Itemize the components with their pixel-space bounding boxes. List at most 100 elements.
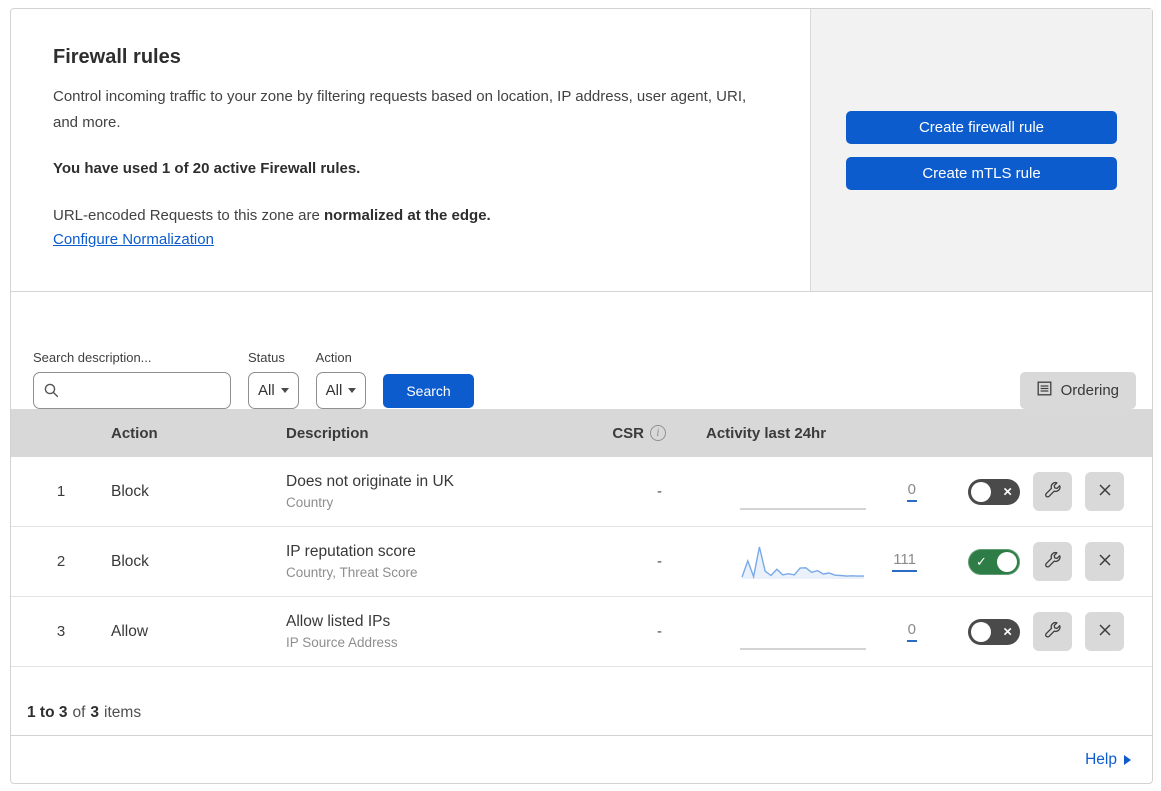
rule-description-cell: Allow listed IPs IP Source Address [286, 613, 616, 650]
filter-bar: Search description... Status All Action … [11, 292, 1152, 409]
intro-section: Firewall rules Control incoming traffic … [11, 9, 1152, 292]
table-row: 3 Allow Allow listed IPs IP Source Addre… [11, 597, 1152, 667]
status-dropdown[interactable]: All [248, 372, 299, 409]
rule-csr: - [657, 483, 662, 500]
description-column-header: Description [286, 424, 369, 442]
rule-priority: 1 [56, 483, 66, 500]
status-label: Status [248, 350, 285, 365]
table-row: 2 Block IP reputation score Country, Thr… [11, 527, 1152, 597]
normalization-note: URL-encoded Requests to this zone are no… [53, 207, 770, 224]
status-field-group: Status All [248, 350, 299, 409]
edit-rule-button[interactable] [1033, 472, 1072, 511]
edit-rule-button[interactable] [1033, 542, 1072, 581]
ordering-list-icon [1037, 381, 1052, 400]
table-header-row: Action Description CSR i Activity last 2… [11, 409, 1152, 457]
status-dropdown-value: All [258, 382, 275, 399]
toggle-state-icon: × [1003, 483, 1012, 500]
delete-rule-button[interactable] [1085, 472, 1124, 511]
activity-sparkline [740, 472, 866, 512]
firewall-rules-card: Firewall rules Control incoming traffic … [10, 8, 1153, 784]
rule-controls: × [957, 472, 1152, 511]
activity-count-link[interactable]: 0 [906, 481, 917, 503]
pagination-range: 1 to 3 [27, 704, 68, 721]
action-label: Action [315, 350, 352, 365]
rule-fields: Country [286, 495, 334, 510]
wrench-icon [1043, 480, 1063, 503]
toggle-knob [971, 481, 991, 502]
rule-description: IP reputation score [286, 543, 416, 560]
rule-fields: Country, Threat Score [286, 565, 418, 580]
help-bar: Help [11, 736, 1152, 783]
enable-toggle[interactable]: ✓ [968, 548, 1020, 575]
arrow-right-icon [1124, 755, 1131, 765]
activity-sparkline [740, 542, 866, 582]
search-label: Search description... [33, 350, 152, 365]
usage-summary: You have used 1 of 20 active Firewall ru… [53, 160, 361, 177]
enable-toggle[interactable]: × [968, 618, 1020, 645]
help-link[interactable]: Help [1085, 751, 1131, 769]
ordering-button[interactable]: Ordering [1019, 372, 1136, 409]
activity-column-header: Activity last 24hr [706, 424, 827, 442]
action-dropdown[interactable]: All [315, 372, 367, 409]
intro-description: Control incoming traffic to your zone by… [53, 88, 747, 131]
table-row: 1 Block Does not originate in UK Country… [11, 457, 1152, 527]
rule-csr: - [657, 553, 662, 570]
rule-action: Block [111, 482, 149, 500]
search-button[interactable]: Search [383, 374, 474, 408]
configure-normalization-link[interactable]: Configure Normalization [53, 231, 214, 248]
rule-description-cell: IP reputation score Country, Threat Scor… [286, 543, 616, 580]
close-icon [1097, 622, 1113, 641]
rule-action: Allow [111, 622, 149, 640]
action-column-header: Action [111, 424, 158, 442]
action-field-group: Action All [315, 350, 367, 409]
search-input[interactable] [33, 372, 231, 409]
close-icon [1097, 482, 1113, 501]
create-firewall-rule-button[interactable]: Create firewall rule [846, 111, 1117, 144]
normalization-prefix: URL-encoded Requests to this zone are [53, 207, 324, 224]
normalization-bold: normalized at the edge. [324, 207, 491, 224]
ordering-button-label: Ordering [1060, 382, 1119, 399]
rule-activity-cell: 111 [706, 542, 957, 582]
create-mtls-rule-button[interactable]: Create mTLS rule [846, 157, 1117, 190]
pagination-total: 3 [90, 704, 100, 721]
delete-rule-button[interactable] [1085, 612, 1124, 651]
rule-fields: IP Source Address [286, 635, 398, 650]
pagination-items: items [104, 704, 142, 721]
delete-rule-button[interactable] [1085, 542, 1124, 581]
rule-description-cell: Does not originate in UK Country [286, 473, 616, 510]
intro-text-panel: Firewall rules Control incoming traffic … [11, 9, 810, 291]
help-link-label: Help [1085, 750, 1117, 768]
info-icon[interactable]: i [650, 425, 666, 441]
activity-count-link[interactable]: 0 [906, 621, 917, 643]
rule-description: Does not originate in UK [286, 473, 455, 490]
rule-priority: 2 [56, 553, 66, 570]
rule-controls: × [957, 612, 1152, 651]
rule-action: Block [111, 552, 149, 570]
rule-csr: - [657, 623, 662, 640]
pagination-summary: 1 to 3 of 3 items [11, 667, 1152, 736]
csr-column-header: CSR i [612, 425, 706, 442]
close-icon [1097, 552, 1113, 571]
rule-controls: ✓ [957, 542, 1152, 581]
wrench-icon [1043, 550, 1063, 573]
actions-panel: Create firewall rule Create mTLS rule [810, 9, 1152, 291]
rule-description: Allow listed IPs [286, 613, 391, 630]
toggle-state-icon: × [1003, 623, 1012, 640]
chevron-down-icon [280, 388, 289, 393]
toggle-knob [971, 621, 991, 642]
toggle-state-icon: ✓ [976, 553, 987, 569]
wrench-icon [1043, 620, 1063, 643]
enable-toggle[interactable]: × [968, 478, 1020, 505]
rule-activity-cell: 0 [706, 612, 957, 652]
activity-sparkline [740, 612, 866, 652]
rule-activity-cell: 0 [706, 472, 957, 512]
search-box [33, 372, 231, 409]
pagination-of: of [72, 704, 86, 721]
search-field-group: Search description... [33, 350, 231, 409]
activity-count-link[interactable]: 111 [892, 551, 917, 573]
edit-rule-button[interactable] [1033, 612, 1072, 651]
chevron-down-icon [348, 388, 357, 393]
toggle-knob [997, 551, 1017, 572]
page-title: Firewall rules [53, 46, 181, 68]
action-dropdown-value: All [325, 382, 343, 399]
